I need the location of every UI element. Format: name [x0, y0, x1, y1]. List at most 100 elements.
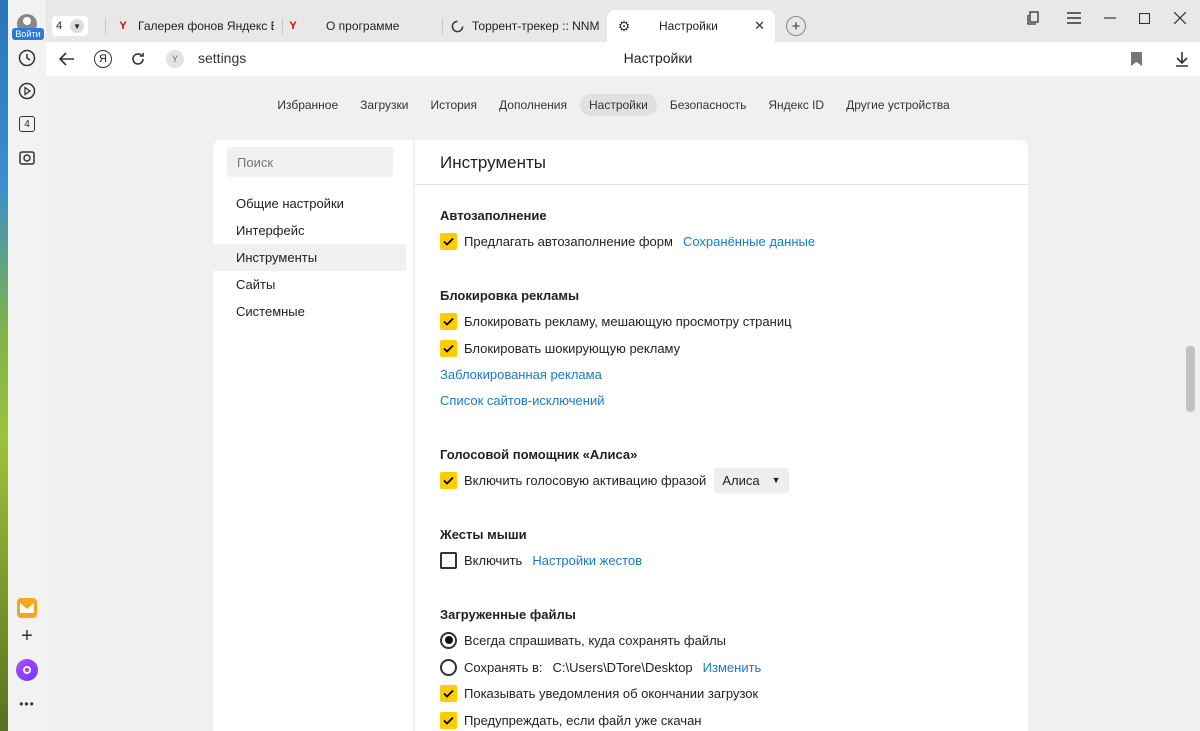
tab-gallery[interactable]: Y Галерея фонов Яндекс Бр	[116, 10, 274, 42]
nav-item[interactable]: Безопасность	[661, 94, 756, 116]
close-window-button[interactable]	[1170, 8, 1190, 28]
check-icon	[443, 317, 454, 326]
tab-count-label: 4	[56, 20, 63, 32]
left-menu-item[interactable]: Инструменты	[213, 244, 406, 271]
blocked-ads-link[interactable]: Заблокированная реклама	[440, 365, 602, 383]
autofill-heading: Автозаполнение	[440, 208, 547, 223]
toolbar: Я Y settings Настройки	[46, 42, 1200, 76]
radio-dot	[444, 636, 453, 644]
menu-icon[interactable]	[1064, 8, 1084, 28]
saved-data-link[interactable]: Сохранённые данные	[683, 234, 815, 249]
scrollbar[interactable]	[1181, 76, 1200, 731]
alice-icon[interactable]	[15, 658, 39, 682]
left-menu-item[interactable]: Сайты	[213, 271, 406, 298]
tab-title: Настройки	[659, 19, 718, 33]
adblock-heading: Блокировка рекламы	[440, 288, 580, 303]
close-icon[interactable]: ✕	[754, 18, 765, 34]
always-ask-label: Всегда спрашивать, куда сохранять файлы	[464, 632, 727, 648]
play-icon[interactable]	[15, 79, 39, 103]
nav-item[interactable]: Настройки	[580, 94, 657, 116]
maximize-button[interactable]	[1134, 8, 1154, 28]
autofill-checkbox[interactable]	[440, 232, 457, 250]
block-shocking-checkbox[interactable]	[440, 339, 457, 357]
block-interfering-checkbox[interactable]	[440, 312, 457, 330]
gesture-settings-link[interactable]: Настройки жестов	[532, 553, 642, 568]
phrase-select[interactable]: Алиса ▼	[714, 467, 790, 493]
login-label[interactable]: Войти	[12, 28, 44, 40]
yandex-y-icon: Y	[289, 20, 297, 32]
yandex-button[interactable]: Я	[91, 47, 115, 71]
gear-icon: ⚙	[617, 17, 631, 34]
adblock-row-1: Блокировать рекламу, мешающую просмотру …	[440, 312, 792, 330]
tab-bar: 4 ▼ Y Галерея фонов Яндекс Бр Y О програ…	[46, 0, 1200, 46]
reload-button[interactable]	[126, 47, 150, 71]
chevron-down-icon: ▼	[771, 475, 781, 485]
address-bar[interactable]: settings	[198, 50, 246, 66]
left-menu-item[interactable]: Системные	[213, 298, 406, 325]
nav-item[interactable]: Другие устройства	[837, 94, 959, 116]
change-path-link[interactable]: Изменить	[703, 660, 762, 675]
voice-activation-checkbox[interactable]	[440, 471, 457, 489]
tabs-counter-label: 4	[19, 116, 35, 132]
nav-item[interactable]: История	[421, 94, 486, 116]
gestures-heading: Жесты мыши	[440, 527, 527, 542]
check-icon	[443, 476, 454, 485]
site-info-icon[interactable]: Y	[163, 47, 187, 71]
left-menu-item[interactable]: Общие настройки	[213, 190, 406, 217]
tab-separator	[442, 18, 443, 34]
left-menu-item[interactable]: Интерфейс	[213, 217, 406, 244]
add-icon[interactable]: +	[15, 624, 39, 648]
check-icon	[443, 344, 454, 353]
back-button[interactable]	[55, 47, 79, 71]
chevron-down-icon: ▼	[70, 19, 85, 33]
save-to-radio[interactable]	[440, 658, 457, 676]
new-tab-button[interactable]: +	[786, 16, 806, 36]
yandex-y-icon: Y	[119, 20, 127, 32]
gestures-checkbox[interactable]	[440, 551, 457, 569]
alice-heading: Голосовой помощник «Алиса»	[440, 447, 638, 462]
tab-torrent[interactable]: Торрент-трекер :: NNM-C	[450, 10, 600, 42]
tab-title: Галерея фонов Яндекс Бр	[138, 19, 274, 33]
history-icon[interactable]	[15, 46, 39, 70]
reload-icon	[132, 53, 144, 65]
section-title: Инструменты	[440, 153, 547, 172]
autofill-label: Предлагать автозаполнение форм	[464, 233, 673, 249]
check-icon	[443, 237, 454, 246]
nav-item[interactable]: Дополнения	[490, 94, 576, 116]
scrollbar-thumb[interactable]	[1186, 346, 1195, 412]
gestures-label: Включить	[464, 552, 523, 568]
save-to-row: Сохранять в: C:\Users\DTore\Desktop Изме…	[440, 658, 761, 676]
collections-icon[interactable]	[1024, 8, 1044, 28]
nav-item[interactable]: Избранное	[268, 94, 347, 116]
nav-item[interactable]: Загрузки	[351, 94, 417, 116]
tab-about[interactable]: Y О программе	[286, 10, 436, 42]
settings-sidebar: Общие настройкиИнтерфейсИнструментыСайты…	[213, 140, 413, 731]
exceptions-link[interactable]: Список сайтов-исключений	[440, 391, 604, 409]
tab-group-counter[interactable]: 4 ▼	[52, 16, 89, 36]
nav-item[interactable]: Яндекс ID	[759, 94, 833, 116]
tab-settings[interactable]: ⚙ Настройки ✕	[607, 10, 775, 42]
divider	[415, 184, 1028, 185]
always-ask-radio[interactable]	[440, 631, 457, 649]
screenshot-icon[interactable]	[15, 146, 39, 170]
bookmark-icon[interactable]	[1124, 47, 1148, 71]
notify-row: Показывать уведомления об окончании загр…	[440, 684, 758, 702]
notify-checkbox[interactable]	[440, 684, 457, 702]
minimize-button[interactable]	[1100, 8, 1120, 28]
download-path: C:\Users\DTore\Desktop	[552, 659, 693, 675]
block-interfering-label: Блокировать рекламу, мешающую просмотру …	[464, 313, 792, 329]
more-icon[interactable]: •••	[15, 692, 39, 716]
mail-icon[interactable]	[15, 596, 39, 620]
download-icon[interactable]	[1170, 47, 1194, 71]
check-icon	[443, 716, 454, 725]
gestures-row: Включить Настройки жестов	[440, 551, 642, 569]
warn-exists-checkbox[interactable]	[440, 711, 457, 729]
tab-title: Торрент-трекер :: NNM-C	[472, 19, 600, 33]
block-shocking-label: Блокировать шокирующую рекламу	[464, 340, 681, 356]
warn-exists-label: Предупреждать, если файл уже скачан	[464, 712, 702, 728]
settings-page: Избранное Загрузки История Дополнения Настро…	[46, 76, 1181, 731]
notify-label: Показывать уведомления об окончании загр…	[464, 685, 759, 701]
check-icon	[443, 689, 454, 698]
tabs-counter-icon[interactable]: 4	[15, 112, 39, 136]
search-input[interactable]	[227, 147, 393, 177]
